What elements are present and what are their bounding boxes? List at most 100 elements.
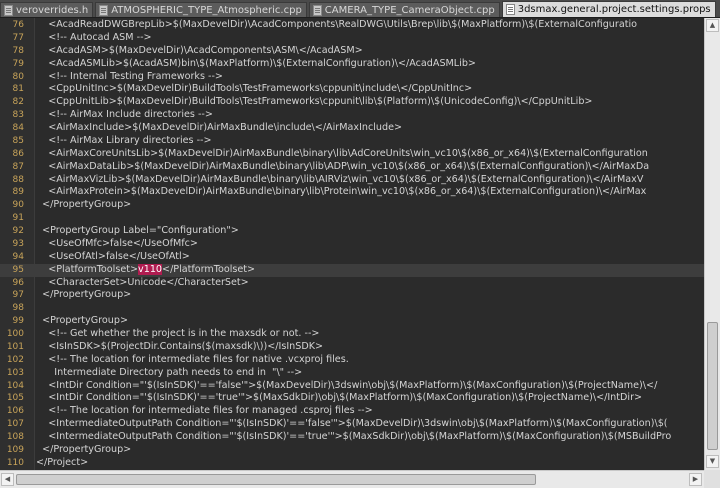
selected-text[interactable]: v110 <box>138 263 163 275</box>
code-line[interactable]: 85 <!-- AirMax Library directories --> <box>0 135 704 148</box>
code-line[interactable]: 94 <UseOfAtl>false</UseOfAtl> <box>0 251 704 264</box>
code-line[interactable]: 100 <!-- Get whether the project is in t… <box>0 328 704 341</box>
code-text: <UseOfAtl>false</UseOfAtl> <box>36 250 190 262</box>
code-line[interactable]: 84 <AirMaxInclude>$(MaxDevelDir)AirMaxBu… <box>0 122 704 135</box>
code-editor[interactable]: 76 <AcadReadDWGBrepLib>$(MaxDevelDir)\Ac… <box>0 18 704 470</box>
line-number: 104 <box>6 380 24 391</box>
line-number: 99 <box>12 316 24 327</box>
code-lines: 76 <AcadReadDWGBrepLib>$(MaxDevelDir)\Ac… <box>0 19 704 470</box>
code-line[interactable]: 82 <CppUnitLib>$(MaxDevelDir)BuildTools\… <box>0 96 704 109</box>
code-line[interactable]: 96 <CharacterSet>Unicode</CharacterSet> <box>0 277 704 290</box>
line-number: 103 <box>6 367 24 378</box>
tab-project-settings-props[interactable]: 3dsmax.general.project.settings.props <box>501 1 716 17</box>
line-number: 76 <box>12 20 24 30</box>
tab-label: 3dsmax.general.project.settings.props <box>517 4 711 15</box>
code-line[interactable]: 105 <IntDir Condition="'$(IsInSDK)'=='tr… <box>0 392 704 405</box>
code-text: <AcadASMLib>$(AcadASM)bin\$(MaxPlatform)… <box>36 57 476 69</box>
code-text: <AirMaxCoreUnitsLib>$(MaxDevelDir)AirMax… <box>36 147 648 159</box>
code-line[interactable]: 83 <!-- AirMax Include directories --> <box>0 109 704 122</box>
line-number: 107 <box>6 419 24 430</box>
code-line[interactable]: 87 <AirMaxDataLib>$(MaxDevelDir)AirMaxBu… <box>0 161 704 174</box>
vertical-scroll-thumb[interactable] <box>707 322 718 450</box>
line-number: 85 <box>12 135 24 146</box>
code-line[interactable]: 78 <AcadASM>$(MaxDevelDir)\AcadComponent… <box>0 45 704 58</box>
tab-atmospheric-type[interactable]: ATMOSPHERIC_TYPE_Atmospheric.cpp <box>95 2 307 17</box>
code-line[interactable]: 102 <!-- The location for intermediate f… <box>0 354 704 367</box>
tab-bar: veroverrides.h ATMOSPHERIC_TYPE_Atmosphe… <box>0 0 720 18</box>
code-text-after-selection: </PlatformToolset> <box>162 263 256 275</box>
code-text: <UseOfMfc>false</UseOfMfc> <box>36 237 198 249</box>
code-line[interactable]: 107 <IntermediateOutputPath Condition="'… <box>0 418 704 431</box>
code-text: <PropertyGroup> <box>36 315 128 327</box>
file-icon <box>4 4 13 16</box>
code-line[interactable]: 92 <PropertyGroup Label="Configuration"> <box>0 225 704 238</box>
horizontal-scrollbar[interactable]: ◀ ▶ <box>0 470 704 488</box>
code-text: <!-- Internal Testing Frameworks --> <box>36 70 223 82</box>
line-number: 77 <box>12 32 24 43</box>
code-text: <AirMaxVizLib>$(MaxDevelDir)AirMaxBundle… <box>36 173 644 185</box>
code-line[interactable]: 77 <!-- Autocad ASM --> <box>0 32 704 45</box>
line-number: 81 <box>12 84 24 95</box>
code-line[interactable]: 90 </PropertyGroup> <box>0 199 704 212</box>
line-number: 87 <box>12 161 24 172</box>
code-line[interactable]: 109 </PropertyGroup> <box>0 444 704 457</box>
scroll-down-arrow-icon[interactable]: ▼ <box>706 455 719 468</box>
code-line[interactable]: 76 <AcadReadDWGBrepLib>$(MaxDevelDir)\Ac… <box>0 19 704 32</box>
line-number: 110 <box>6 457 24 468</box>
line-number: 102 <box>6 354 24 365</box>
scroll-up-arrow-icon[interactable]: ▲ <box>706 19 719 32</box>
code-text: <!-- The location for intermediate files… <box>36 353 349 365</box>
line-number: 86 <box>12 148 24 159</box>
code-text: <!-- Autocad ASM --> <box>36 31 152 43</box>
code-text: <!-- AirMax Include directories --> <box>36 109 213 121</box>
tab-label: ATMOSPHERIC_TYPE_Atmospheric.cpp <box>111 4 302 16</box>
line-number: 96 <box>12 277 24 288</box>
code-line[interactable]: 93 <UseOfMfc>false</UseOfMfc> <box>0 238 704 251</box>
file-icon <box>505 4 515 15</box>
code-text: <IntermediateOutputPath Condition="'$(Is… <box>36 418 668 430</box>
code-line[interactable]: 104 <IntDir Condition="'$(IsInSDK)'=='fa… <box>0 380 704 393</box>
code-line[interactable]: 88 <AirMaxVizLib>$(MaxDevelDir)AirMaxBun… <box>0 174 704 187</box>
code-line[interactable]: 97 </PropertyGroup> <box>0 289 704 302</box>
line-number: 79 <box>12 58 24 69</box>
code-line[interactable]: 99 <PropertyGroup> <box>0 315 704 328</box>
code-line[interactable]: 103 Intermediate Directory path needs to… <box>0 367 704 380</box>
code-line[interactable]: 86 <AirMaxCoreUnitsLib>$(MaxDevelDir)Air… <box>0 148 704 161</box>
code-text: Intermediate Directory path needs to end… <box>36 366 303 378</box>
file-icon <box>312 4 322 16</box>
horizontal-scroll-thumb[interactable] <box>16 474 536 485</box>
code-text: <IsInSDK>$(ProjectDir.Contains($(maxsdk)… <box>36 340 324 352</box>
code-text: </Project> <box>36 456 89 468</box>
code-line[interactable]: 81 <CppUnitInc>$(MaxDevelDir)BuildTools\… <box>0 83 704 96</box>
code-line[interactable]: 106 <!-- The location for intermediate f… <box>0 405 704 418</box>
code-text: <IntDir Condition="'$(IsInSDK)'=='true'"… <box>36 392 643 404</box>
code-line[interactable]: 89 <AirMaxProtein>$(MaxDevelDir)AirMaxBu… <box>0 186 704 199</box>
tab-camera-type[interactable]: CAMERA_TYPE_CameraObject.cpp <box>308 2 500 17</box>
code-line[interactable]: 101 <IsInSDK>$(ProjectDir.Contains($(max… <box>0 341 704 354</box>
tab-veroverrides[interactable]: veroverrides.h <box>0 2 94 17</box>
line-number: 100 <box>6 329 24 339</box>
line-number: 106 <box>6 406 24 417</box>
code-line[interactable]: 108 <IntermediateOutputPath Condition="'… <box>0 431 704 444</box>
code-text: <AcadASM>$(MaxDevelDir)\AcadComponents\A… <box>36 44 363 56</box>
code-text: <AirMaxProtein>$(MaxDevelDir)AirMaxBundl… <box>36 186 647 198</box>
scroll-right-arrow-icon[interactable]: ▶ <box>689 473 702 486</box>
code-text: <CppUnitLib>$(MaxDevelDir)BuildTools\Tes… <box>36 96 593 108</box>
code-text: <IntDir Condition="'$(IsInSDK)'=='false'… <box>36 379 658 391</box>
code-line[interactable]: 91 <box>0 212 704 225</box>
line-number: 88 <box>12 174 24 185</box>
code-line[interactable]: 95 <PlatformToolset>v110</PlatformToolse… <box>0 263 704 277</box>
line-number: 109 <box>6 444 24 455</box>
tab-label: veroverrides.h <box>16 4 89 16</box>
scroll-left-arrow-icon[interactable]: ◀ <box>1 473 14 486</box>
tab-label: CAMERA_TYPE_CameraObject.cpp <box>324 4 495 16</box>
code-text: <CppUnitInc>$(MaxDevelDir)BuildTools\Tes… <box>36 83 473 95</box>
code-line[interactable]: 110 </Project> <box>0 457 704 470</box>
line-number: 105 <box>6 393 24 404</box>
vertical-scrollbar[interactable]: ▲ ▼ <box>704 18 720 470</box>
code-line[interactable]: 98 <box>0 302 704 315</box>
code-text: <AirMaxDataLib>$(MaxDevelDir)AirMaxBundl… <box>36 160 650 172</box>
code-line[interactable]: 79 <AcadASMLib>$(AcadASM)bin\$(MaxPlatfo… <box>0 58 704 71</box>
code-line[interactable]: 80 <!-- Internal Testing Frameworks --> <box>0 71 704 84</box>
line-number: 78 <box>12 45 24 56</box>
